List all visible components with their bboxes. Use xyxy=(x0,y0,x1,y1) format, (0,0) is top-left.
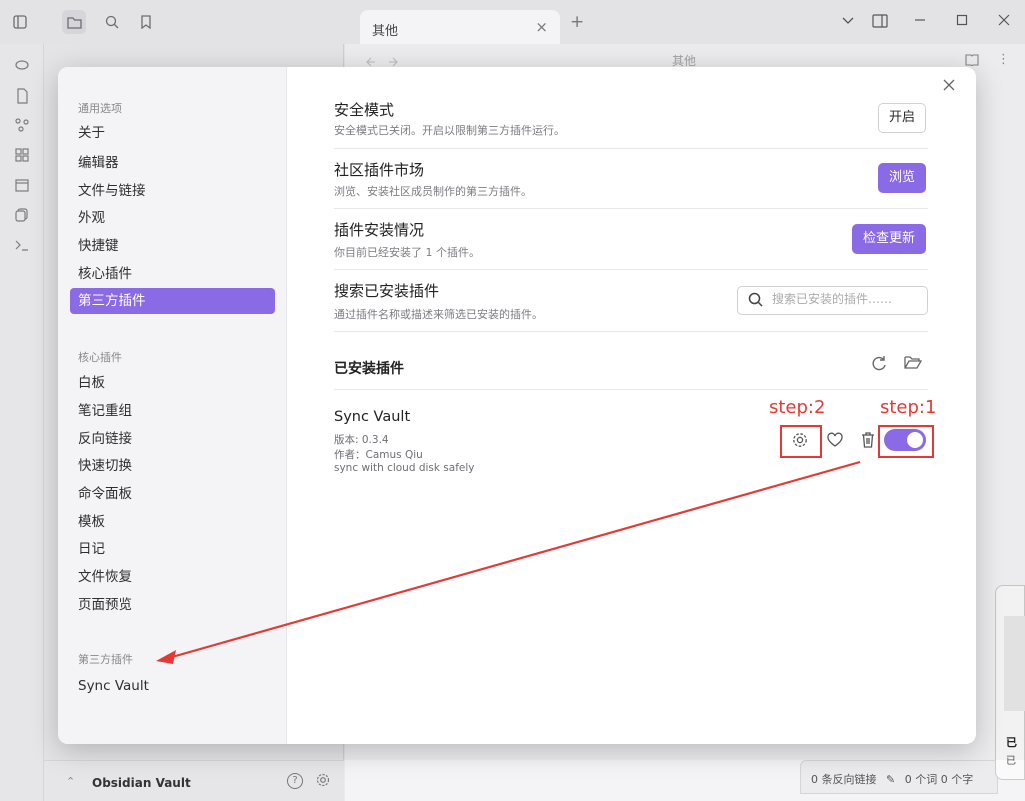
search-icon[interactable] xyxy=(100,10,124,34)
tab-close-icon[interactable]: × xyxy=(535,18,548,36)
nav-group-thirdparty: 第三方插件 xyxy=(78,653,133,666)
setting-install-status: 插件安装情况 你目前已经安装了 1 个插件。 检查更新 xyxy=(334,209,928,270)
setting-name: 安全模式 xyxy=(334,101,395,119)
nav-item-templates[interactable]: 模板 xyxy=(70,509,275,535)
settings-modal: 通用选项 关于 编辑器 文件与链接 外观 快捷键 核心插件 第三方插件 核心插件… xyxy=(58,67,976,744)
folder-icon[interactable] xyxy=(62,10,86,34)
plugin-version: 版本: 0.3.4 xyxy=(334,434,389,446)
setting-description: 浏览、安装社区成员制作的第三方插件。 xyxy=(334,185,532,198)
open-quick-switcher-icon[interactable] xyxy=(0,58,44,76)
nav-item-command-palette[interactable]: 命令面板 xyxy=(70,481,275,507)
graph-icon[interactable] xyxy=(0,118,44,136)
nav-item-editor[interactable]: 编辑器 xyxy=(70,150,275,176)
minimize-icon[interactable] xyxy=(914,12,926,30)
nav-item-hotkeys[interactable]: 快捷键 xyxy=(70,233,275,259)
new-tab-button[interactable]: + xyxy=(570,12,584,32)
nav-item-file-recovery[interactable]: 文件恢复 xyxy=(70,564,275,590)
heart-icon[interactable] xyxy=(826,432,848,454)
ribbon xyxy=(0,44,44,801)
plugin-name: Sync Vault xyxy=(334,409,411,425)
step2-label: step:2 xyxy=(769,397,826,418)
check-updates-button[interactable]: 检查更新 xyxy=(852,224,927,254)
nav-item-files-links[interactable]: 文件与链接 xyxy=(70,178,275,204)
tab-other[interactable]: 其他 × xyxy=(360,10,560,44)
close-window-icon[interactable] xyxy=(998,12,1010,30)
step1-highlight-box xyxy=(878,425,934,458)
title-bar: 其他 × + xyxy=(0,0,1025,44)
sidebar-toggle-icon[interactable] xyxy=(8,10,32,34)
nav-item-backlinks[interactable]: 反向链接 xyxy=(70,426,275,452)
search-installed-input[interactable] xyxy=(772,292,922,306)
close-icon[interactable] xyxy=(943,77,955,95)
chevron-down-icon[interactable] xyxy=(842,12,854,29)
setting-description: 你目前已经安装了 1 个插件。 xyxy=(334,246,480,259)
plugin-description: sync with cloud disk safely xyxy=(334,462,475,474)
tab-label: 其他 xyxy=(372,24,399,39)
edit-icon[interactable]: ✎ xyxy=(886,773,895,786)
help-icon[interactable]: ? xyxy=(287,773,303,789)
plugin-author: 作者：Camus Qiu xyxy=(334,449,423,461)
nav-item-appearance[interactable]: 外观 xyxy=(70,205,275,231)
step2-highlight-box xyxy=(780,425,822,458)
nav-group-core: 核心插件 xyxy=(78,351,122,364)
refresh-icon[interactable] xyxy=(870,354,890,374)
status-bar: 0 条反向链接 ✎ 0 个词 0 个字 xyxy=(800,760,998,794)
canvas-icon[interactable] xyxy=(0,148,44,166)
nav-item-community-plugins[interactable]: 第三方插件 xyxy=(70,288,275,314)
new-note-icon[interactable] xyxy=(0,88,44,108)
vault-bar: ⌃ Obsidian Vault ? xyxy=(44,760,344,801)
setting-description: 通过插件名称或描述来筛选已安装的插件。 xyxy=(334,308,543,321)
installed-plugins-header: 已安装插件 xyxy=(334,352,928,390)
maximize-icon[interactable] xyxy=(956,12,968,30)
bookmark-icon[interactable] xyxy=(134,10,158,34)
nav-item-note-composer[interactable]: 笔记重组 xyxy=(70,398,275,424)
word-count: 0 个词 xyxy=(904,773,938,786)
settings-nav: 通用选项 关于 编辑器 文件与链接 外观 快捷键 核心插件 第三方插件 核心插件… xyxy=(58,67,287,744)
backlinks-count[interactable]: 0 条反向链接 xyxy=(811,773,877,786)
search-installed-box[interactable] xyxy=(737,286,928,315)
setting-community-market: 社区插件市场 浏览、安装社区成员制作的第三方插件。 浏览 xyxy=(334,149,928,209)
nav-item-canvas[interactable]: 白板 xyxy=(70,370,275,396)
vault-name[interactable]: Obsidian Vault xyxy=(92,776,191,790)
setting-safe-mode: 安全模式 安全模式已关闭。开启以限制第三方插件运行。 开启 xyxy=(334,93,928,149)
step1-label: step:1 xyxy=(880,397,937,418)
setting-name: 社区插件市场 xyxy=(334,161,425,179)
calendar-icon[interactable] xyxy=(0,178,44,196)
settings-gear-icon[interactable] xyxy=(316,773,330,791)
search-icon xyxy=(748,292,763,311)
nav-item-sync-vault[interactable]: Sync Vault xyxy=(70,673,275,699)
browse-button[interactable]: 浏览 xyxy=(878,163,927,193)
nav-group-general: 通用选项 xyxy=(78,102,122,115)
setting-description: 安全模式已关闭。开启以限制第三方插件运行。 xyxy=(334,124,565,137)
setting-name: 插件安装情况 xyxy=(334,221,425,239)
nav-item-about[interactable]: 关于 xyxy=(70,120,275,146)
reading-view-icon[interactable] xyxy=(872,12,888,32)
copy-icon[interactable] xyxy=(0,208,44,226)
nav-item-page-preview[interactable]: 页面预览 xyxy=(70,592,275,618)
vault-switcher-icon[interactable]: ⌃ xyxy=(66,775,75,788)
nav-item-daily-notes[interactable]: 日记 xyxy=(70,536,275,562)
open-folder-icon[interactable] xyxy=(904,354,924,374)
terminal-icon[interactable] xyxy=(0,238,44,256)
setting-name: 搜索已安装插件 xyxy=(334,282,440,300)
nav-item-core-plugins[interactable]: 核心插件 xyxy=(70,261,275,287)
installed-plugins-title: 已安装插件 xyxy=(334,361,404,377)
char-count: 0 个字 xyxy=(940,773,974,786)
enable-safe-mode-button[interactable]: 开启 xyxy=(878,103,927,133)
nav-item-quick-switcher[interactable]: 快速切换 xyxy=(70,453,275,479)
